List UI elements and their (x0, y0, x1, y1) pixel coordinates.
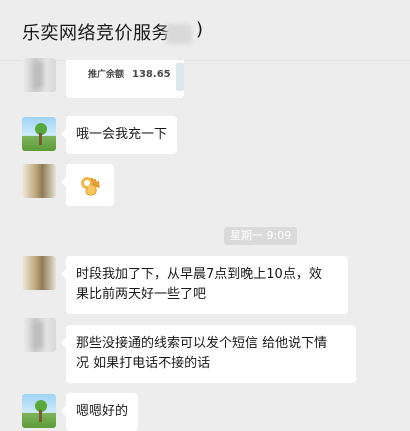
avatar[interactable] (22, 164, 56, 198)
avatar[interactable] (22, 58, 56, 92)
header-divider (0, 60, 410, 61)
timestamp-badge: 星期一 9:09 (224, 227, 298, 245)
chat-area[interactable]: 推广余额 138.65 哦一会我充一下 星期一 9:09 时段我加了下，从早晨7点… (0, 58, 410, 431)
message-text-line: 果比前两天好一些了吧 (76, 287, 207, 302)
message-bubble[interactable]: 那些没接通的线索可以发个短信 给他说下情 况 如果打电话不接的话 (61, 325, 356, 383)
chat-title: 乐奕网络竞价服务 (22, 23, 170, 44)
balance-card-message[interactable]: 推广余额 138.65 (66, 60, 184, 98)
message-text-line: 况 如果打电话不接的话 (76, 356, 211, 371)
chat-title-suffix: ) (196, 19, 204, 40)
redacted-title-part (166, 24, 192, 44)
chat-header: 乐奕网络竞价服务 ) (0, 0, 410, 60)
message-bubble[interactable]: 哦一会我充一下 (60, 116, 178, 154)
message-bubble[interactable]: 嗯嗯好的 (60, 393, 139, 431)
balance-value: 138.65 (132, 69, 171, 80)
avatar[interactable] (22, 256, 56, 290)
card-image-edge (176, 63, 184, 91)
message-text: 哦一会我充一下 (76, 127, 168, 142)
ok-hand-icon (81, 177, 100, 196)
emoji-message[interactable] (61, 164, 114, 206)
message-text-line: 时段我加了下，从早晨7点到晚上10点，效 (76, 267, 322, 282)
avatar[interactable] (22, 117, 56, 151)
avatar[interactable] (22, 318, 56, 352)
avatar[interactable] (22, 394, 56, 428)
message-text-line: 那些没接通的线索可以发个短信 给他说下情 (76, 336, 328, 351)
message-bubble[interactable]: 时段我加了下，从早晨7点到晚上10点，效 果比前两天好一些了吧 (61, 256, 348, 314)
message-text: 嗯嗯好的 (76, 404, 129, 419)
balance-label: 推广余额 138.65 (88, 69, 171, 80)
